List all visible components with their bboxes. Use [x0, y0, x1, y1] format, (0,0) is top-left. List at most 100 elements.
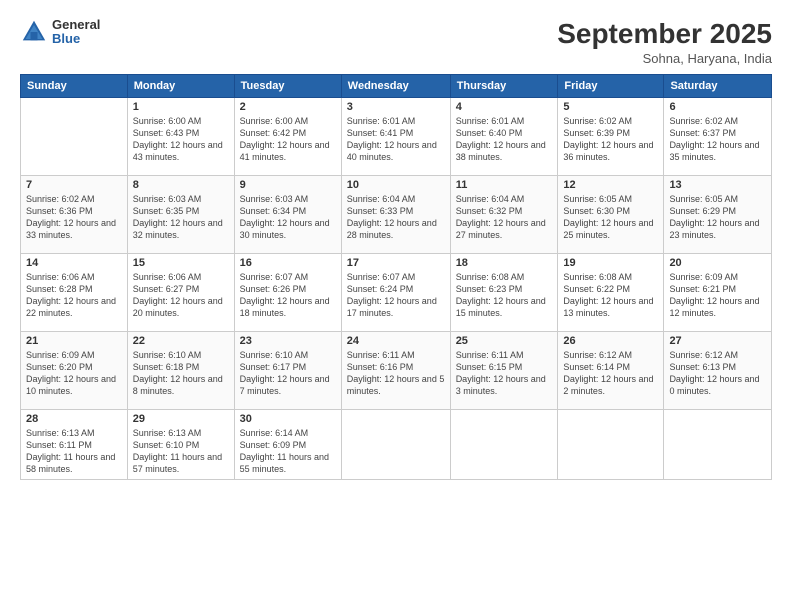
day-detail: Sunrise: 6:06 AM Sunset: 6:28 PM Dayligh… — [26, 271, 122, 320]
table-row: 16 Sunrise: 6:07 AM Sunset: 6:26 PM Dayli… — [234, 254, 341, 332]
day-detail: Sunrise: 6:01 AM Sunset: 6:40 PM Dayligh… — [456, 115, 553, 164]
col-friday: Friday — [558, 75, 664, 98]
col-tuesday: Tuesday — [234, 75, 341, 98]
table-row: 5 Sunrise: 6:02 AM Sunset: 6:39 PM Daylig… — [558, 98, 664, 176]
table-row: 13 Sunrise: 6:05 AM Sunset: 6:29 PM Dayli… — [664, 176, 772, 254]
day-number: 7 — [26, 179, 122, 191]
day-detail: Sunrise: 6:09 AM Sunset: 6:20 PM Dayligh… — [26, 349, 122, 398]
day-number: 14 — [26, 257, 122, 269]
day-number: 19 — [563, 257, 658, 269]
table-row: 29 Sunrise: 6:13 AM Sunset: 6:10 PM Dayli… — [127, 410, 234, 480]
day-number: 10 — [347, 179, 445, 191]
day-detail: Sunrise: 6:05 AM Sunset: 6:29 PM Dayligh… — [669, 193, 766, 242]
logo-text: General Blue — [52, 18, 100, 47]
day-detail: Sunrise: 6:12 AM Sunset: 6:14 PM Dayligh… — [563, 349, 658, 398]
day-detail: Sunrise: 6:00 AM Sunset: 6:42 PM Dayligh… — [240, 115, 336, 164]
table-row: 11 Sunrise: 6:04 AM Sunset: 6:32 PM Dayli… — [450, 176, 558, 254]
table-row: 21 Sunrise: 6:09 AM Sunset: 6:20 PM Dayli… — [21, 332, 128, 410]
day-number: 1 — [133, 101, 229, 113]
table-row: 12Sunrise: 6:05 AM Sunset: 6:30 PM Dayli… — [558, 176, 664, 254]
day-detail: Sunrise: 6:13 AM Sunset: 6:10 PM Dayligh… — [133, 427, 229, 476]
logo-icon — [20, 18, 48, 46]
day-number: 24 — [347, 335, 445, 347]
table-row: 4 Sunrise: 6:01 AM Sunset: 6:40 PM Daylig… — [450, 98, 558, 176]
logo: General Blue — [20, 18, 100, 47]
day-detail: Sunrise: 6:04 AM Sunset: 6:32 PM Dayligh… — [456, 193, 553, 242]
day-number: 26 — [563, 335, 658, 347]
table-row: 20 Sunrise: 6:09 AM Sunset: 6:21 PM Dayli… — [664, 254, 772, 332]
day-detail: Sunrise: 6:04 AM Sunset: 6:33 PM Dayligh… — [347, 193, 445, 242]
col-monday: Monday — [127, 75, 234, 98]
title-block: September 2025 Sohna, Haryana, India — [557, 18, 772, 66]
table-row: 3 Sunrise: 6:01 AM Sunset: 6:41 PM Daylig… — [341, 98, 450, 176]
day-detail: Sunrise: 6:10 AM Sunset: 6:18 PM Dayligh… — [133, 349, 229, 398]
day-detail: Sunrise: 6:08 AM Sunset: 6:22 PM Dayligh… — [563, 271, 658, 320]
day-number: 12 — [563, 179, 658, 191]
table-row: 14 Sunrise: 6:06 AM Sunset: 6:28 PM Dayli… — [21, 254, 128, 332]
table-row — [558, 410, 664, 480]
day-number: 11 — [456, 179, 553, 191]
table-row: 28Sunrise: 6:13 AM Sunset: 6:11 PM Dayli… — [21, 410, 128, 480]
header: General Blue September 2025 Sohna, Harya… — [20, 18, 772, 66]
day-detail: Sunrise: 6:03 AM Sunset: 6:35 PM Dayligh… — [133, 193, 229, 242]
day-detail: Sunrise: 6:07 AM Sunset: 6:26 PM Dayligh… — [240, 271, 336, 320]
day-number: 25 — [456, 335, 553, 347]
day-number: 23 — [240, 335, 336, 347]
day-number: 29 — [133, 413, 229, 425]
day-detail: Sunrise: 6:11 AM Sunset: 6:16 PM Dayligh… — [347, 349, 445, 398]
day-number: 3 — [347, 101, 445, 113]
day-number: 22 — [133, 335, 229, 347]
day-number: 16 — [240, 257, 336, 269]
day-number: 8 — [133, 179, 229, 191]
day-number: 28 — [26, 413, 122, 425]
col-saturday: Saturday — [664, 75, 772, 98]
table-row: 23 Sunrise: 6:10 AM Sunset: 6:17 PM Dayli… — [234, 332, 341, 410]
day-number: 6 — [669, 101, 766, 113]
day-number: 21 — [26, 335, 122, 347]
table-row: 24 Sunrise: 6:11 AM Sunset: 6:16 PM Dayli… — [341, 332, 450, 410]
table-row: 1 Sunrise: 6:00 AM Sunset: 6:43 PM Daylig… — [127, 98, 234, 176]
day-detail: Sunrise: 6:02 AM Sunset: 6:37 PM Dayligh… — [669, 115, 766, 164]
table-row: 18Sunrise: 6:08 AM Sunset: 6:23 PM Dayli… — [450, 254, 558, 332]
col-wednesday: Wednesday — [341, 75, 450, 98]
table-row: 6 Sunrise: 6:02 AM Sunset: 6:37 PM Daylig… — [664, 98, 772, 176]
day-number: 9 — [240, 179, 336, 191]
table-row: 19 Sunrise: 6:08 AM Sunset: 6:22 PM Dayli… — [558, 254, 664, 332]
day-number: 2 — [240, 101, 336, 113]
day-number: 13 — [669, 179, 766, 191]
location-subtitle: Sohna, Haryana, India — [557, 51, 772, 66]
day-number: 15 — [133, 257, 229, 269]
day-detail: Sunrise: 6:14 AM Sunset: 6:09 PM Dayligh… — [240, 427, 336, 476]
table-row — [341, 410, 450, 480]
table-row: 17Sunrise: 6:07 AM Sunset: 6:24 PM Dayli… — [341, 254, 450, 332]
table-row — [664, 410, 772, 480]
table-row: 30Sunrise: 6:14 AM Sunset: 6:09 PM Dayli… — [234, 410, 341, 480]
day-detail: Sunrise: 6:02 AM Sunset: 6:36 PM Dayligh… — [26, 193, 122, 242]
page: General Blue September 2025 Sohna, Harya… — [0, 0, 792, 612]
calendar-table: Sunday Monday Tuesday Wednesday Thursday… — [20, 74, 772, 480]
table-row: 26 Sunrise: 6:12 AM Sunset: 6:14 PM Dayli… — [558, 332, 664, 410]
table-row: 8 Sunrise: 6:03 AM Sunset: 6:35 PM Daylig… — [127, 176, 234, 254]
logo-blue-text: Blue — [52, 32, 100, 46]
month-year-title: September 2025 — [557, 18, 772, 50]
day-detail: Sunrise: 6:08 AM Sunset: 6:23 PM Dayligh… — [456, 271, 553, 320]
table-row: 15 Sunrise: 6:06 AM Sunset: 6:27 PM Dayli… — [127, 254, 234, 332]
table-row: 7 Sunrise: 6:02 AM Sunset: 6:36 PM Daylig… — [21, 176, 128, 254]
day-detail: Sunrise: 6:10 AM Sunset: 6:17 PM Dayligh… — [240, 349, 336, 398]
table-row: 22 Sunrise: 6:10 AM Sunset: 6:18 PM Dayli… — [127, 332, 234, 410]
header-row: Sunday Monday Tuesday Wednesday Thursday… — [21, 75, 772, 98]
day-detail: Sunrise: 6:06 AM Sunset: 6:27 PM Dayligh… — [133, 271, 229, 320]
table-row: 25Sunrise: 6:11 AM Sunset: 6:15 PM Dayli… — [450, 332, 558, 410]
day-detail: Sunrise: 6:12 AM Sunset: 6:13 PM Dayligh… — [669, 349, 766, 398]
table-row: 9Sunrise: 6:03 AM Sunset: 6:34 PM Daylig… — [234, 176, 341, 254]
table-row: 2 Sunrise: 6:00 AM Sunset: 6:42 PM Daylig… — [234, 98, 341, 176]
col-thursday: Thursday — [450, 75, 558, 98]
day-detail: Sunrise: 6:02 AM Sunset: 6:39 PM Dayligh… — [563, 115, 658, 164]
day-detail: Sunrise: 6:01 AM Sunset: 6:41 PM Dayligh… — [347, 115, 445, 164]
day-number: 5 — [563, 101, 658, 113]
day-number: 4 — [456, 101, 553, 113]
day-detail: Sunrise: 6:00 AM Sunset: 6:43 PM Dayligh… — [133, 115, 229, 164]
table-row: 10 Sunrise: 6:04 AM Sunset: 6:33 PM Dayli… — [341, 176, 450, 254]
day-detail: Sunrise: 6:09 AM Sunset: 6:21 PM Dayligh… — [669, 271, 766, 320]
day-number: 20 — [669, 257, 766, 269]
